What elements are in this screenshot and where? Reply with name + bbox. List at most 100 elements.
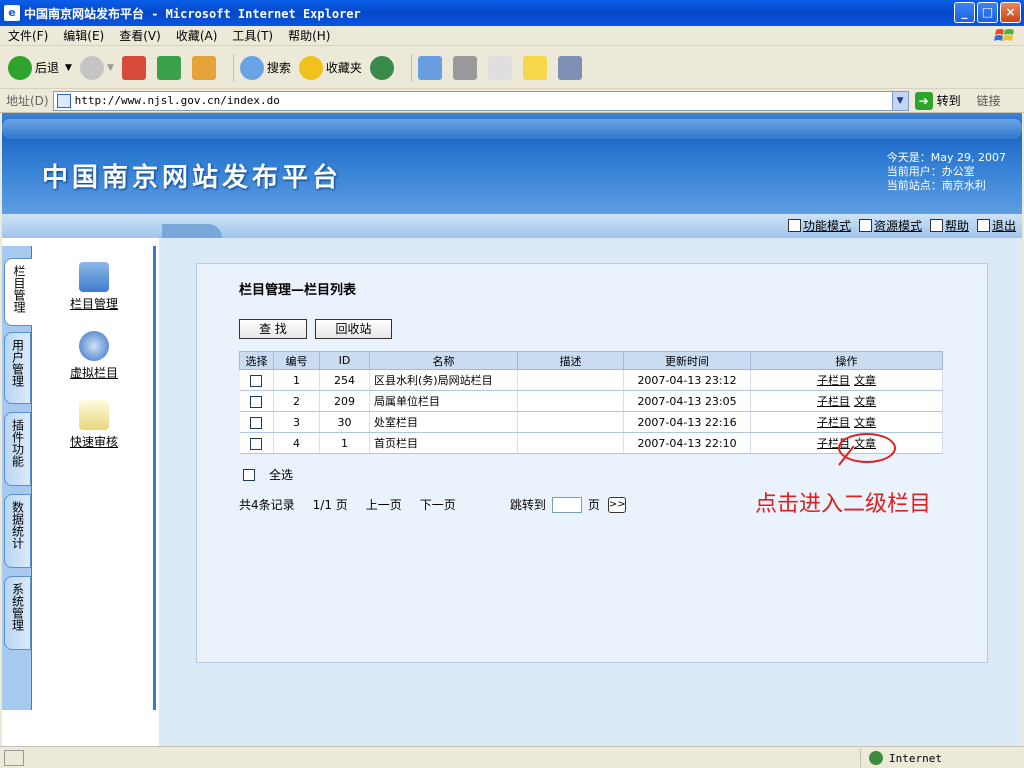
menu-file[interactable]: 文件(F): [8, 27, 48, 44]
sub-column-link[interactable]: 子栏目: [817, 395, 850, 408]
row-checkbox[interactable]: [250, 374, 263, 387]
vtab-column-management[interactable]: 栏目管理: [4, 258, 33, 326]
print-button[interactable]: [452, 55, 480, 80]
edit-button[interactable]: [487, 55, 515, 80]
jump-go-button[interactable]: >>: [607, 496, 626, 513]
nav-function-mode[interactable]: 功能模式: [787, 217, 851, 234]
sidebar-footer: [2, 710, 156, 746]
forward-arrow-icon: [79, 55, 104, 80]
go-button[interactable]: ➔ 转到: [914, 91, 961, 110]
maximize-button[interactable]: □: [977, 2, 998, 23]
nav-label: 帮助: [944, 219, 969, 233]
forward-button[interactable]: ▼: [79, 55, 114, 80]
sidebar-item-virtual-column[interactable]: 虚拟栏目: [32, 331, 156, 381]
menu-help[interactable]: 帮助(H): [288, 27, 330, 44]
sidebar-item-column-management[interactable]: 栏目管理: [32, 262, 156, 312]
note-icon: [522, 55, 547, 80]
back-button[interactable]: 后退 ▼: [8, 55, 72, 80]
sidebar-item-label: 快速审核: [69, 435, 118, 449]
menu-tools[interactable]: 工具(T): [232, 27, 273, 44]
nav-label: 功能模式: [802, 219, 851, 233]
page-status-icon: [4, 749, 24, 766]
history-icon: [369, 55, 394, 80]
row-time: 2007-04-13 22:16: [623, 411, 751, 433]
row-desc: [517, 411, 624, 433]
folder-people-icon: [79, 262, 109, 292]
row-checkbox[interactable]: [250, 437, 263, 450]
sidebar-item-quick-review[interactable]: 快速审核: [32, 400, 156, 450]
col-name: 名称: [369, 351, 518, 370]
vtab-plugins[interactable]: 插件功能: [4, 412, 31, 486]
vtab-label: 数据统计: [10, 501, 25, 549]
vtab-system-management[interactable]: 系统管理: [4, 576, 31, 650]
table-row: 2 209 局属单位栏目 2007-04-13 23:05 子栏目 文章: [239, 390, 943, 412]
links-button[interactable]: 链接: [977, 92, 1001, 109]
article-link[interactable]: 文章: [854, 374, 876, 387]
home-button[interactable]: [191, 55, 219, 80]
notes-button[interactable]: [522, 55, 550, 80]
vtab-statistics[interactable]: 数据统计: [4, 494, 31, 568]
address-box[interactable]: ▼: [52, 90, 909, 111]
nav-label: 资源模式: [873, 219, 922, 233]
row-time: 2007-04-13 23:12: [623, 369, 751, 391]
jump-page-input[interactable]: [551, 496, 582, 513]
row-operations: 子栏目 文章: [750, 369, 943, 391]
back-label: 后退: [35, 61, 60, 75]
search-button[interactable]: 查 找: [239, 319, 307, 339]
site-title: 中国南京网站发布平台: [42, 163, 343, 193]
article-link[interactable]: 文章: [854, 416, 876, 429]
close-button[interactable]: ×: [1000, 2, 1021, 23]
favorites-button[interactable]: 收藏夹: [298, 55, 362, 80]
row-id: 254: [319, 369, 370, 391]
address-input[interactable]: [74, 94, 875, 107]
nav-logout[interactable]: 退出: [976, 217, 1016, 234]
row-checkbox[interactable]: [250, 416, 263, 429]
window-controls: _ □ ×: [954, 2, 1021, 23]
chevron-down-icon[interactable]: ▼: [891, 91, 908, 110]
menu-edit[interactable]: 编辑(E): [63, 27, 104, 44]
history-button[interactable]: [369, 55, 397, 80]
row-desc: [517, 369, 624, 391]
col-update-time: 更新时间: [623, 351, 751, 370]
select-all: 全选: [243, 466, 293, 483]
recycle-bin-button[interactable]: 回收站: [315, 319, 392, 339]
table-row: 3 30 处室栏目 2007-04-13 22:16 子栏目 文章: [239, 411, 943, 433]
banner-stripe: [2, 119, 1022, 139]
site-banner: 中国南京网站发布平台 今天是：May 29, 2007 当前用户：办公室 当前站…: [2, 113, 1022, 238]
sidebar-item-label: 虚拟栏目: [69, 366, 118, 380]
refresh-button[interactable]: [156, 55, 184, 80]
user-info: 今天是：May 29, 2007 当前用户：办公室 当前站点：南京水利: [887, 151, 1006, 193]
help-icon: [929, 219, 943, 232]
chevron-down-icon[interactable]: ▼: [107, 63, 114, 73]
col-id: ID: [319, 351, 370, 370]
nav-help[interactable]: 帮助: [929, 217, 969, 234]
toolbar-separator: [232, 53, 234, 82]
prev-page-link[interactable]: 上一页: [366, 496, 402, 513]
sub-column-link[interactable]: 子栏目: [817, 374, 850, 387]
select-all-checkbox[interactable]: [243, 468, 255, 481]
printer-icon: [452, 55, 477, 80]
vtab-user-management[interactable]: 用户管理: [4, 332, 31, 404]
chevron-down-icon[interactable]: ▼: [65, 63, 72, 73]
jump-label: 跳转到: [509, 498, 546, 512]
vtab-label: 栏目管理: [12, 265, 26, 313]
page-unit-label: 页: [587, 498, 600, 512]
stop-button[interactable]: [121, 55, 149, 80]
search-button[interactable]: 搜索: [239, 55, 291, 80]
col-desc: 描述: [517, 351, 624, 370]
nav-resource-mode[interactable]: 资源模式: [858, 217, 922, 234]
security-zone: Internet: [860, 749, 1020, 767]
menu-view[interactable]: 查看(V): [119, 27, 161, 44]
minimize-button[interactable]: _: [954, 2, 975, 23]
sidebar-item-label: 栏目管理: [69, 297, 118, 311]
stop-icon: [121, 55, 146, 80]
article-link[interactable]: 文章: [854, 395, 876, 408]
row-checkbox[interactable]: [250, 395, 263, 408]
menu-favorites[interactable]: 收藏(A): [176, 27, 218, 44]
next-page-link[interactable]: 下一页: [420, 496, 456, 513]
toolbar: 后退 ▼ ▼ 搜索 收藏夹: [0, 47, 1024, 89]
menu-bar: 文件(F) 编辑(E) 查看(V) 收藏(A) 工具(T) 帮助(H): [0, 26, 1024, 46]
research-button[interactable]: [557, 55, 585, 80]
sub-column-link[interactable]: 子栏目: [817, 416, 850, 429]
mail-button[interactable]: [417, 55, 445, 80]
